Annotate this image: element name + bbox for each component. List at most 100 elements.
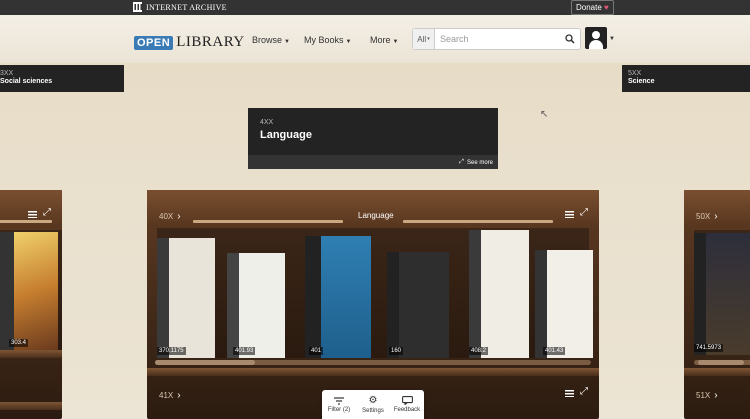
- class-name: Language: [260, 129, 312, 141]
- book-cover: [14, 232, 58, 350]
- internet-archive-link[interactable]: INTERNET ARCHIVE: [133, 2, 227, 12]
- shelf-ledge: [684, 368, 750, 376]
- book-spine: [0, 232, 15, 350]
- search-scope-select[interactable]: All ▾: [413, 29, 435, 49]
- shelf-prev-class[interactable]: 40X ›: [159, 211, 181, 222]
- nav-more[interactable]: More ▼: [370, 35, 398, 45]
- shelf-ledge: [0, 350, 62, 358]
- book[interactable]: 160: [387, 252, 449, 358]
- avatar-body: [589, 40, 603, 49]
- nav-browse[interactable]: Browse ▼: [252, 35, 290, 45]
- expand-icon: ⤢: [459, 159, 464, 165]
- book[interactable]: 741.5973: [694, 233, 750, 355]
- book[interactable]: [0, 232, 15, 350]
- shelf-divider: [403, 220, 553, 223]
- class-card-left[interactable]: 3XX Social sciences: [0, 65, 124, 92]
- list-view-icon[interactable]: [565, 210, 574, 219]
- search-input[interactable]: Search: [435, 34, 560, 44]
- book-call-number: 401.93: [233, 347, 256, 355]
- class-name: Social sciences: [0, 78, 53, 85]
- logo-open-text: OPEN: [134, 35, 174, 50]
- shelf-ledge: [0, 402, 62, 410]
- book[interactable]: 408.2: [469, 230, 529, 358]
- bottom-toolbar: Filter (2) ⚙ Settings Feedback: [322, 390, 424, 419]
- account-menu-caret-icon[interactable]: ▼: [609, 36, 615, 42]
- feedback-button[interactable]: Feedback: [390, 390, 424, 419]
- book[interactable]: 401.93: [227, 253, 285, 358]
- shelf-controls: [565, 386, 589, 398]
- book[interactable]: 401.43: [535, 250, 593, 358]
- search-button[interactable]: [560, 34, 580, 44]
- shelf-scroll-thumb[interactable]: [155, 360, 255, 365]
- class-card-language[interactable]: 4XX Language ⤢ See more: [248, 108, 498, 169]
- book-cover: [547, 250, 593, 358]
- logo-library-text: LIBRARY: [176, 34, 245, 50]
- book-spine: [227, 253, 239, 358]
- feedback-icon: [401, 396, 413, 405]
- class-card-right[interactable]: 5XX Science: [622, 65, 750, 92]
- expand-icon[interactable]: [580, 386, 589, 398]
- avatar-head: [592, 31, 600, 39]
- book-cover: [481, 230, 529, 358]
- card-footer: ⤢ See more: [248, 155, 498, 169]
- book[interactable]: 401: [305, 236, 371, 358]
- book-spine: [694, 233, 706, 355]
- account-avatar[interactable]: [585, 27, 607, 49]
- expand-icon[interactable]: [580, 207, 589, 219]
- heart-icon: ♥: [604, 3, 609, 12]
- book-cover: [169, 238, 215, 358]
- shelf-left: 303.4: [0, 190, 62, 419]
- shelf-next-class[interactable]: 51X ›: [696, 390, 718, 401]
- shelf-divider: [0, 220, 52, 223]
- book-cover: [706, 233, 750, 355]
- class-name: Science: [628, 78, 655, 85]
- class-code: 4XX: [260, 119, 274, 126]
- chevron-right-icon: ›: [714, 211, 718, 222]
- search-scope-label: All: [417, 34, 427, 44]
- book-cover: [239, 253, 285, 358]
- class-code: 5XX: [628, 70, 642, 77]
- filter-icon: [334, 396, 344, 405]
- shelf-prev-class[interactable]: 50X ›: [696, 211, 718, 222]
- nav-my-books[interactable]: My Books ▼: [304, 35, 351, 45]
- nav-browse-label: Browse: [252, 35, 283, 45]
- book-cover: [321, 236, 371, 358]
- list-view-icon[interactable]: [565, 389, 574, 398]
- book[interactable]: 370.1175: [157, 238, 215, 358]
- book-spine: [305, 236, 321, 358]
- chevron-down-icon: ▼: [284, 39, 290, 45]
- shelf-next-class[interactable]: 41X ›: [159, 390, 181, 401]
- book-spine: [469, 230, 481, 358]
- see-more-link[interactable]: ⤢ See more: [459, 159, 493, 166]
- book[interactable]: 303.4: [9, 232, 58, 350]
- expand-icon[interactable]: [43, 207, 52, 219]
- settings-label: Settings: [362, 407, 384, 414]
- book-spine: [157, 238, 169, 358]
- book-call-number: 401: [309, 347, 324, 355]
- shelf-right: 50X › 741.5973 51X ›: [684, 190, 750, 419]
- book-spine: [387, 252, 399, 358]
- donate-label: Donate: [576, 3, 602, 12]
- internet-archive-label: INTERNET ARCHIVE: [146, 2, 227, 12]
- book-call-number: 741.5973: [694, 344, 724, 352]
- filter-button[interactable]: Filter (2): [322, 390, 356, 419]
- filter-label: Filter (2): [327, 406, 351, 413]
- search-box: All ▾ Search: [412, 28, 581, 50]
- class-code: 3XX: [0, 70, 14, 77]
- shelf-controls: [28, 207, 52, 219]
- nav-more-label: More: [370, 35, 391, 45]
- shelf-code-label: 40X: [159, 212, 174, 221]
- open-library-logo[interactable]: OPEN LIBRARY: [134, 34, 245, 51]
- shelf-language: 40X › Language 370.1175 401.93 401: [147, 190, 599, 419]
- shelf-controls: [565, 207, 589, 219]
- donate-button[interactable]: Donate ♥: [571, 0, 614, 15]
- search-icon: [565, 34, 575, 44]
- settings-button[interactable]: ⚙ Settings: [356, 390, 390, 419]
- shelf-divider: [193, 220, 343, 223]
- list-view-icon[interactable]: [28, 210, 37, 219]
- book-row: 741.5973: [694, 230, 750, 355]
- shelf-scroll-thumb[interactable]: [698, 360, 744, 365]
- shelf-title: Language: [358, 211, 394, 220]
- book-call-number: 370.1175: [157, 347, 186, 355]
- chevron-down-icon: ▼: [345, 39, 352, 45]
